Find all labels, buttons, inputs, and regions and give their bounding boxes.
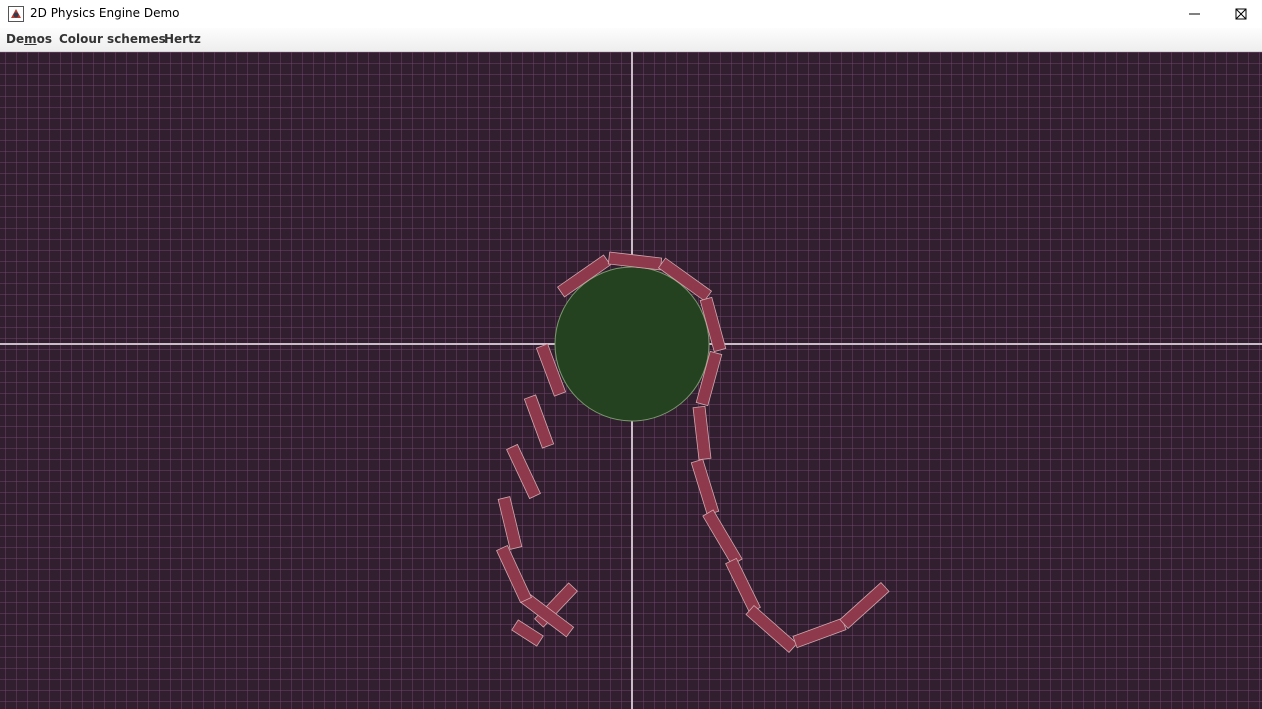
menu-demos-label: Demos bbox=[6, 32, 53, 46]
chain-link bbox=[690, 458, 720, 516]
chain-link bbox=[511, 619, 544, 647]
simulation-scene bbox=[0, 52, 1262, 709]
chain-link bbox=[692, 405, 712, 461]
chain-link bbox=[496, 544, 532, 604]
menu-bar: Demos Colour schemes Hertz bbox=[0, 28, 1262, 52]
title-bar: 2D Physics Engine Demo bbox=[0, 0, 1262, 28]
simulation-canvas[interactable] bbox=[0, 52, 1262, 709]
close-button[interactable] bbox=[1218, 0, 1262, 28]
chain-link bbox=[745, 604, 798, 654]
java-app-icon bbox=[8, 6, 24, 22]
minimize-icon bbox=[1189, 13, 1200, 15]
chain-link bbox=[702, 509, 743, 566]
ball bbox=[554, 266, 710, 422]
chain-link bbox=[792, 617, 847, 649]
chain-link bbox=[725, 557, 761, 614]
chain-link bbox=[523, 394, 555, 449]
chain-link bbox=[506, 443, 541, 500]
chain-link bbox=[839, 581, 890, 630]
menu-hertz[interactable]: Hertz bbox=[164, 32, 201, 46]
window-title: 2D Physics Engine Demo bbox=[30, 6, 180, 20]
chain-link bbox=[607, 251, 663, 271]
menu-colour-schemes[interactable]: Colour schemes bbox=[59, 32, 166, 46]
menu-demos[interactable]: Demos bbox=[6, 32, 52, 46]
chain-link bbox=[497, 496, 523, 550]
close-icon bbox=[1235, 8, 1247, 20]
minimize-button[interactable] bbox=[1172, 0, 1218, 28]
